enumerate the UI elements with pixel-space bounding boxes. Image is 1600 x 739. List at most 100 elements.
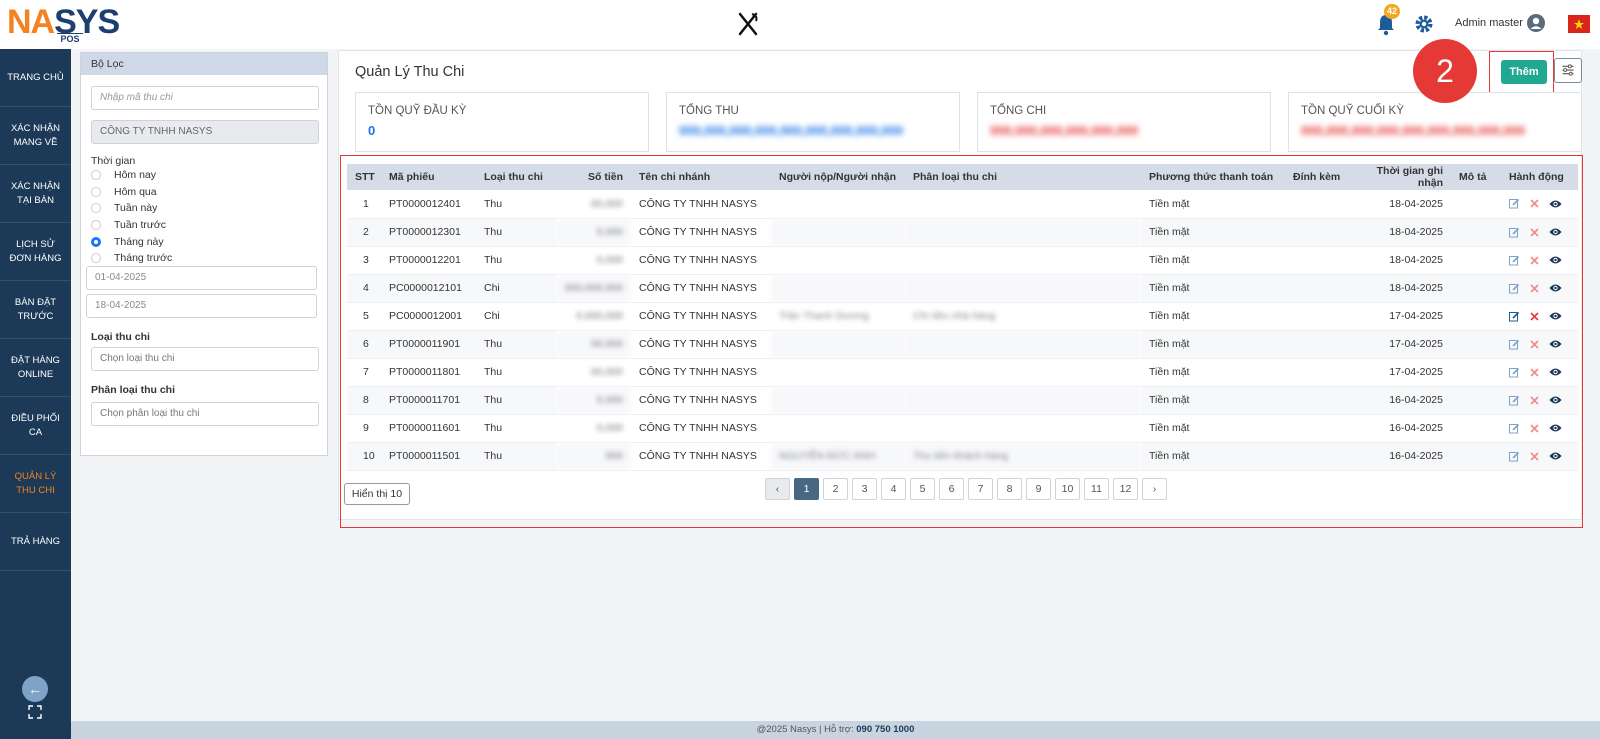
cell-person — [771, 218, 905, 247]
view-eye-icon[interactable] — [1549, 339, 1562, 349]
edit-icon[interactable] — [1509, 198, 1520, 209]
cell-code: PT0000012301 — [381, 218, 476, 247]
cell-description — [1451, 274, 1501, 303]
cell-amount: 0,000 — [556, 386, 631, 415]
delete-icon[interactable] — [1530, 339, 1539, 349]
edit-icon[interactable] — [1509, 255, 1520, 266]
cell-actions — [1501, 442, 1578, 471]
pagination-page[interactable]: 4 — [881, 478, 906, 500]
cell-person — [771, 330, 905, 359]
nasys-logo[interactable]: NASYS POS — [7, 5, 120, 44]
pagination-page[interactable]: 2 — [823, 478, 848, 500]
edit-icon[interactable] — [1509, 395, 1520, 406]
pagination-page[interactable]: 8 — [997, 478, 1022, 500]
restaurant-utensils-icon[interactable] — [737, 12, 759, 36]
sidebar-item-home[interactable]: TRANG CHỦ — [0, 49, 71, 107]
delete-icon[interactable] — [1530, 367, 1539, 377]
pagination-page[interactable]: 10 — [1055, 478, 1080, 500]
view-eye-icon[interactable] — [1549, 367, 1562, 377]
cell-stt: 6 — [347, 330, 381, 359]
pagination-page[interactable]: 5 — [910, 478, 935, 500]
radio-today[interactable]: Hôm nay — [91, 169, 156, 181]
cell-actions — [1501, 246, 1578, 275]
edit-icon[interactable] — [1509, 311, 1520, 322]
radio-last-month[interactable]: Tháng trước — [91, 252, 172, 264]
cell-type: Thu — [476, 414, 556, 443]
edit-icon[interactable] — [1509, 451, 1520, 462]
cell-date: 18-04-2025 — [1341, 246, 1451, 275]
view-eye-icon[interactable] — [1549, 395, 1562, 405]
delete-icon[interactable] — [1530, 311, 1539, 321]
cell-stt: 2 — [347, 218, 381, 247]
cell-branch: CÔNG TY TNHH NASYS — [631, 274, 771, 303]
type-select[interactable]: Chọn loại thu chi — [91, 347, 319, 371]
category-select[interactable]: Chọn phân loại thu chi — [91, 402, 319, 426]
sliders-icon — [1562, 64, 1574, 76]
view-eye-icon[interactable] — [1549, 227, 1562, 237]
cell-type: Chi — [476, 302, 556, 331]
cell-stt: 1 — [347, 190, 381, 219]
view-eye-icon[interactable] — [1549, 283, 1562, 293]
delete-icon[interactable] — [1530, 283, 1539, 293]
edit-icon[interactable] — [1509, 339, 1520, 350]
edit-icon[interactable] — [1509, 227, 1520, 238]
cell-attachment — [1285, 302, 1341, 331]
delete-icon[interactable] — [1530, 451, 1539, 461]
cell-code: PT0000012201 — [381, 246, 476, 275]
sidebar-item-reservations[interactable]: BÀN ĐẶT TRƯỚC — [0, 281, 71, 339]
pagination-page[interactable]: 12 — [1113, 478, 1138, 500]
sidebar-item-income-expense[interactable]: QUẢN LÝ THU CHI — [0, 455, 71, 513]
fullscreen-icon[interactable] — [28, 705, 42, 719]
date-to-input[interactable]: 18-04-2025 — [86, 294, 317, 318]
radio-this-month[interactable]: Tháng này — [91, 236, 164, 248]
sidebar-item-shift[interactable]: ĐIỀU PHỐI CA — [0, 397, 71, 455]
date-from-input[interactable]: 01-04-2025 — [86, 266, 317, 290]
col-description: Mô tả — [1451, 164, 1501, 190]
gear-icon[interactable] — [1414, 14, 1434, 34]
cell-category — [905, 274, 1141, 303]
sidebar-item-takeaway-confirm[interactable]: XÁC NHẬN MANG VỀ — [0, 107, 71, 165]
collapse-sidebar-button[interactable]: ← — [22, 676, 48, 702]
pagination-page[interactable]: 7 — [968, 478, 993, 500]
edit-icon[interactable] — [1509, 283, 1520, 294]
sidebar-item-online-order[interactable]: ĐẶT HÀNG ONLINE — [0, 339, 71, 397]
view-eye-icon[interactable] — [1549, 311, 1562, 321]
pagination-page[interactable]: 6 — [939, 478, 964, 500]
support-phone[interactable]: 090 750 1000 — [856, 724, 914, 735]
pagination-next[interactable]: › — [1142, 478, 1167, 500]
delete-icon[interactable] — [1530, 395, 1539, 405]
user-name[interactable]: Admin master — [1455, 17, 1523, 29]
delete-icon[interactable] — [1530, 227, 1539, 237]
vietnam-flag-icon[interactable] — [1568, 15, 1590, 33]
view-eye-icon[interactable] — [1549, 423, 1562, 433]
sidebar-item-order-history[interactable]: LỊCH SỬ ĐƠN HÀNG — [0, 223, 71, 281]
radio-this-week[interactable]: Tuần này — [91, 202, 157, 214]
column-settings-button[interactable] — [1554, 58, 1582, 83]
delete-icon[interactable] — [1530, 199, 1539, 208]
user-avatar-icon[interactable] — [1526, 13, 1546, 33]
pagination-page[interactable]: 1 — [794, 478, 819, 500]
add-button[interactable]: Thêm — [1501, 60, 1547, 84]
pagination-page[interactable]: 3 — [852, 478, 877, 500]
delete-icon[interactable] — [1530, 423, 1539, 433]
sidebar-item-dinein-confirm[interactable]: XÁC NHẬN TẠI BÀN — [0, 165, 71, 223]
page-size-button[interactable]: Hiển thị 10 — [344, 483, 410, 505]
radio-yesterday[interactable]: Hôm qua — [91, 186, 157, 198]
sidebar-item-returns[interactable]: TRẢ HÀNG — [0, 513, 71, 571]
cell-date: 16-04-2025 — [1341, 386, 1451, 415]
cell-method: Tiền mặt — [1141, 442, 1285, 471]
cell-stt: 3 — [347, 246, 381, 275]
edit-icon[interactable] — [1509, 423, 1520, 434]
edit-icon[interactable] — [1509, 367, 1520, 378]
radio-last-week[interactable]: Tuần trước — [91, 219, 166, 231]
pagination-prev[interactable]: ‹ — [765, 478, 790, 500]
view-eye-icon[interactable] — [1549, 255, 1562, 265]
delete-icon[interactable] — [1530, 255, 1539, 265]
view-eye-icon[interactable] — [1549, 199, 1562, 209]
cell-description — [1451, 442, 1501, 471]
pagination-page[interactable]: 11 — [1084, 478, 1109, 500]
footer-text: @2025 Nasys | Hỗ trợ: — [756, 724, 857, 735]
view-eye-icon[interactable] — [1549, 451, 1562, 461]
pagination-page[interactable]: 9 — [1026, 478, 1051, 500]
code-search-input[interactable]: Nhập mã thu chi — [91, 86, 319, 110]
